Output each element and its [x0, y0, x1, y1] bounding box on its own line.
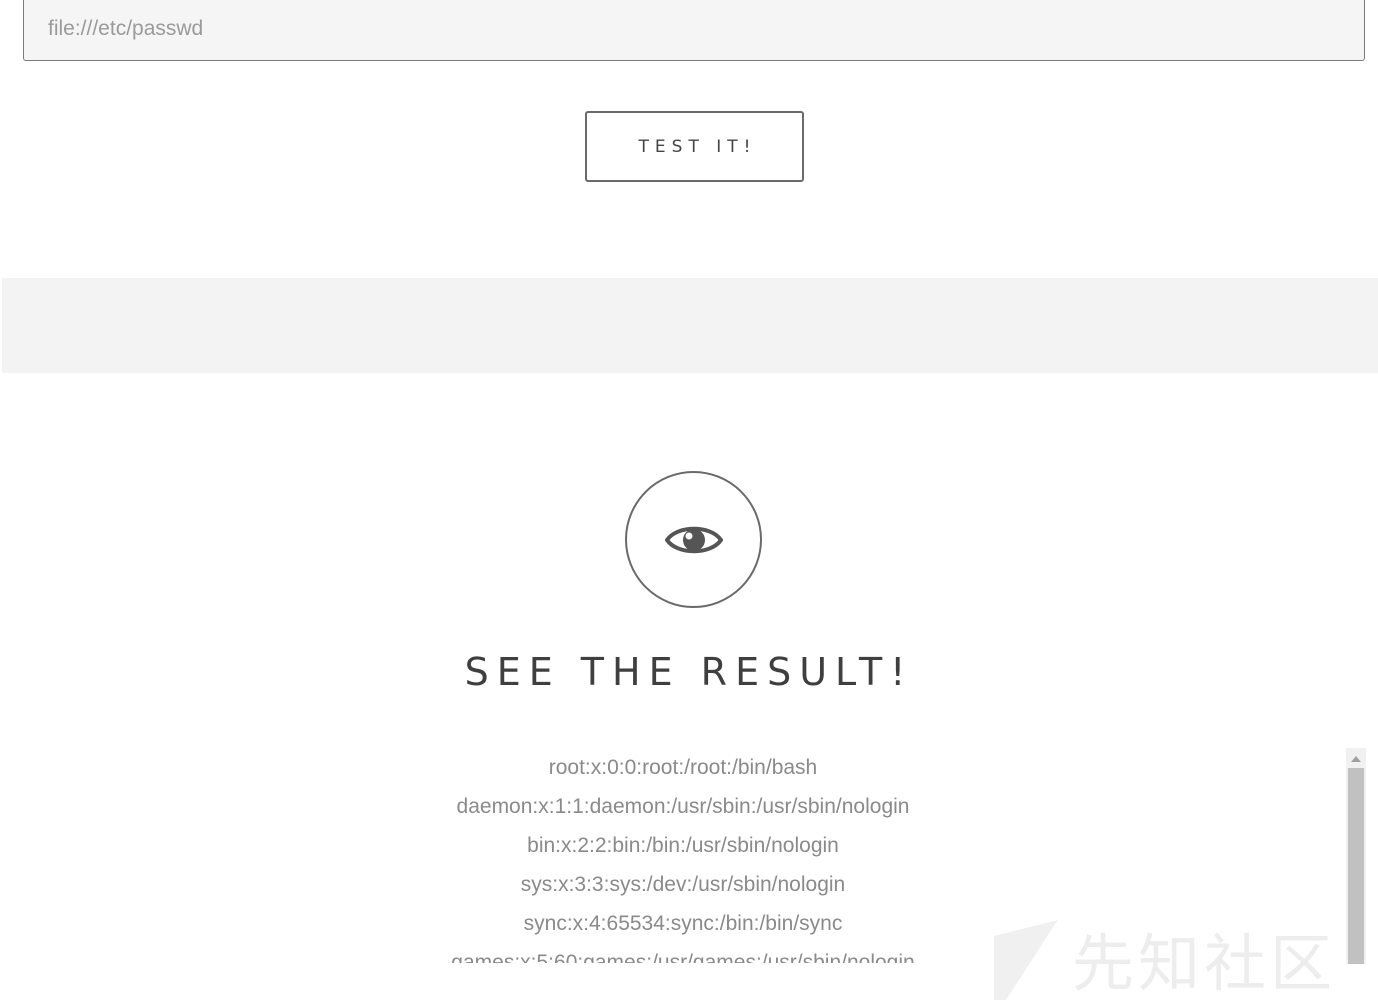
- result-line: bin:x:2:2:bin:/bin:/usr/sbin/nologin: [527, 834, 839, 857]
- watermark: 先知社区: [990, 912, 1360, 1004]
- eye-icon-circle: [625, 471, 762, 608]
- result-line: sys:x:3:3:sys:/dev:/usr/sbin/nologin: [520, 873, 846, 896]
- result-line: root:x:0:0:root:/root:/bin/bash: [548, 756, 818, 779]
- watermark-text: 先知社区: [1072, 927, 1337, 1000]
- page: TEST IT! SEE THE RESULT! root:x:0:0:root…: [0, 0, 1378, 1004]
- result-heading: SEE THE RESULT!: [464, 650, 914, 694]
- scroll-up-arrow-icon[interactable]: [1351, 756, 1361, 762]
- watermark-logo-icon: [994, 920, 1058, 1000]
- url-input[interactable]: [23, 0, 1365, 61]
- eye-icon: [664, 526, 723, 553]
- result-line: daemon:x:1:1:daemon:/usr/sbin:/usr/sbin/…: [456, 795, 910, 818]
- test-it-button[interactable]: TEST IT!: [585, 111, 804, 182]
- section-divider-band: [2, 278, 1378, 373]
